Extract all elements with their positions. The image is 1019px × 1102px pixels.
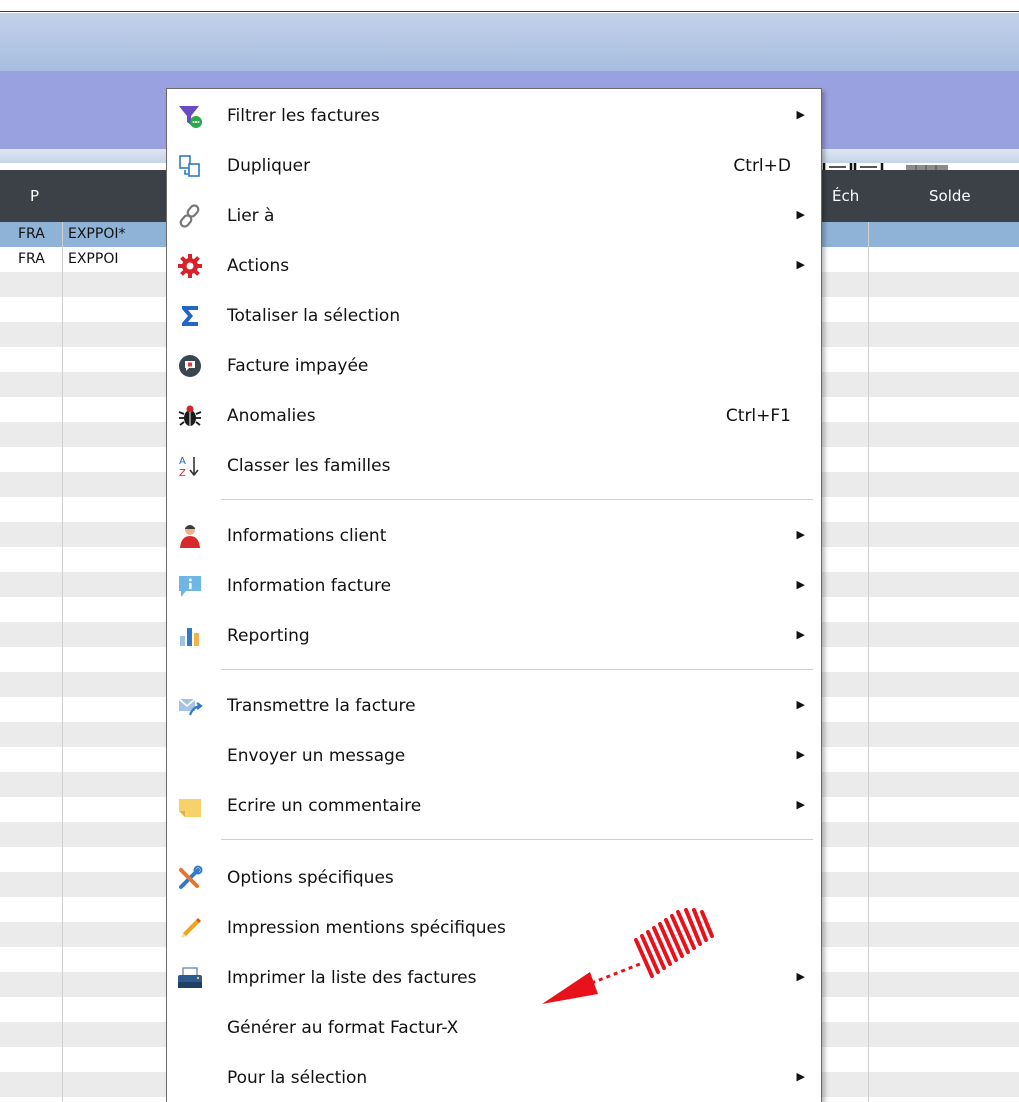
shortcut-label: Ctrl+F1 (725, 406, 791, 426)
menu-item-options[interactable]: Options spécifiques (167, 857, 821, 897)
menu-item-classer[interactable]: A Z Classer les familles (167, 445, 821, 485)
menu-item-label: Classer les familles (227, 456, 391, 476)
sort-az-icon: A Z (179, 456, 199, 479)
shortcut-label: Ctrl+D (733, 156, 791, 176)
submenu-arrow-icon: ▶ (796, 578, 805, 591)
menu-item-label: Actions (227, 256, 290, 276)
menu-item-info-client[interactable]: Informations client ▶ (167, 515, 821, 555)
submenu-arrow-icon: ▶ (796, 1070, 805, 1083)
submenu-arrow-icon: ▶ (796, 528, 805, 541)
submenu-arrow-icon: ▶ (796, 970, 805, 983)
menu-item-impayee[interactable]: Facture impayée (167, 345, 821, 385)
menu-item-envoyer[interactable]: Envoyer un message ▶ (167, 735, 821, 775)
svg-text:A: A (179, 456, 186, 467)
table-cell: EXPPOI (68, 251, 119, 267)
svg-text:Z: Z (179, 468, 186, 479)
info-bubble-icon (179, 576, 201, 597)
menu-separator (221, 839, 813, 840)
column-divider (868, 222, 869, 1102)
table-cell: FRA (18, 251, 45, 267)
table-cell: EXPPOI* (68, 226, 126, 242)
filter-icon (179, 106, 202, 128)
menu-item-label: Information facture (227, 576, 392, 596)
menu-item-ecrire[interactable]: Ecrire un commentaire ▶ (167, 785, 821, 825)
menu-item-transmettre[interactable]: Transmettre la facture ▶ (167, 685, 821, 725)
column-header-solde[interactable]: Solde (929, 187, 971, 205)
menu-item-label: Options spécifiques (227, 868, 394, 888)
table-cell: FRA (18, 226, 45, 242)
unpaid-alert-icon (179, 355, 201, 377)
menu-item-label: Lier à (227, 206, 275, 226)
column-divider (62, 222, 63, 1102)
menu-item-totaliser[interactable]: Totaliser la sélection (167, 295, 821, 335)
submenu-arrow-icon: ▶ (796, 108, 805, 121)
menu-item-pour-selection[interactable]: Pour la sélection ▶ (167, 1057, 821, 1097)
menu-item-label: Filtrer les factures (227, 106, 380, 126)
pencil-icon (181, 918, 201, 938)
window-top-edge (0, 0, 1019, 12)
sticky-note-icon (179, 799, 201, 817)
menu-separator (221, 499, 813, 500)
menu-item-reporting[interactable]: Reporting ▶ (167, 615, 821, 655)
window-title-band (0, 13, 1019, 71)
submenu-arrow-icon: ▶ (796, 748, 805, 761)
menu-item-lier[interactable]: Lier à ▶ (167, 195, 821, 235)
menu-item-label: Imprimer la liste des factures (227, 968, 477, 988)
submenu-arrow-icon: ▶ (796, 258, 805, 271)
bar-chart-icon (180, 628, 199, 646)
tools-icon (179, 865, 203, 889)
menu-item-actions[interactable]: Actions ▶ (167, 245, 821, 285)
menu-item-label: Pour la sélection (227, 1068, 368, 1088)
send-mail-icon (178, 698, 203, 716)
chain-link-icon (179, 204, 200, 228)
submenu-arrow-icon: ▶ (796, 798, 805, 811)
menu-item-label: Facture impayée (227, 356, 369, 376)
menu-item-anomalies[interactable]: Anomalies Ctrl+F1 (167, 395, 821, 435)
menu-item-label: Transmettre la facture (227, 696, 416, 716)
menu-item-label: Reporting (227, 626, 310, 646)
column-header-p[interactable]: P (30, 187, 39, 205)
submenu-arrow-icon: ▶ (796, 628, 805, 641)
customer-person-icon (180, 525, 200, 548)
menu-separator (221, 669, 813, 670)
bug-icon (178, 405, 202, 426)
menu-item-label: Générer au format Factur-X (227, 1018, 459, 1038)
printer-icon (178, 967, 202, 988)
menu-item-label: Anomalies (227, 406, 316, 426)
menu-item-info-facture[interactable]: Information facture ▶ (167, 565, 821, 605)
duplicate-icon (179, 155, 200, 177)
menu-item-label: Informations client (227, 526, 387, 546)
submenu-arrow-icon: ▶ (796, 698, 805, 711)
menu-item-filtrer[interactable]: Filtrer les factures ▶ (167, 95, 821, 135)
menu-item-dupliquer[interactable]: Dupliquer Ctrl+D (167, 145, 821, 185)
gear-icon (178, 254, 202, 278)
annotation-arrow-icon (542, 908, 714, 1004)
menu-item-label: Impression mentions spécifiques (227, 918, 506, 938)
column-header-ech[interactable]: Éch (832, 187, 859, 205)
menu-item-label: Totaliser la sélection (227, 306, 401, 326)
submenu-arrow-icon: ▶ (796, 208, 805, 221)
menu-item-label: Envoyer un message (227, 746, 406, 766)
menu-item-label: Ecrire un commentaire (227, 796, 422, 816)
sigma-icon (182, 306, 198, 326)
menu-item-label: Dupliquer (227, 156, 311, 176)
